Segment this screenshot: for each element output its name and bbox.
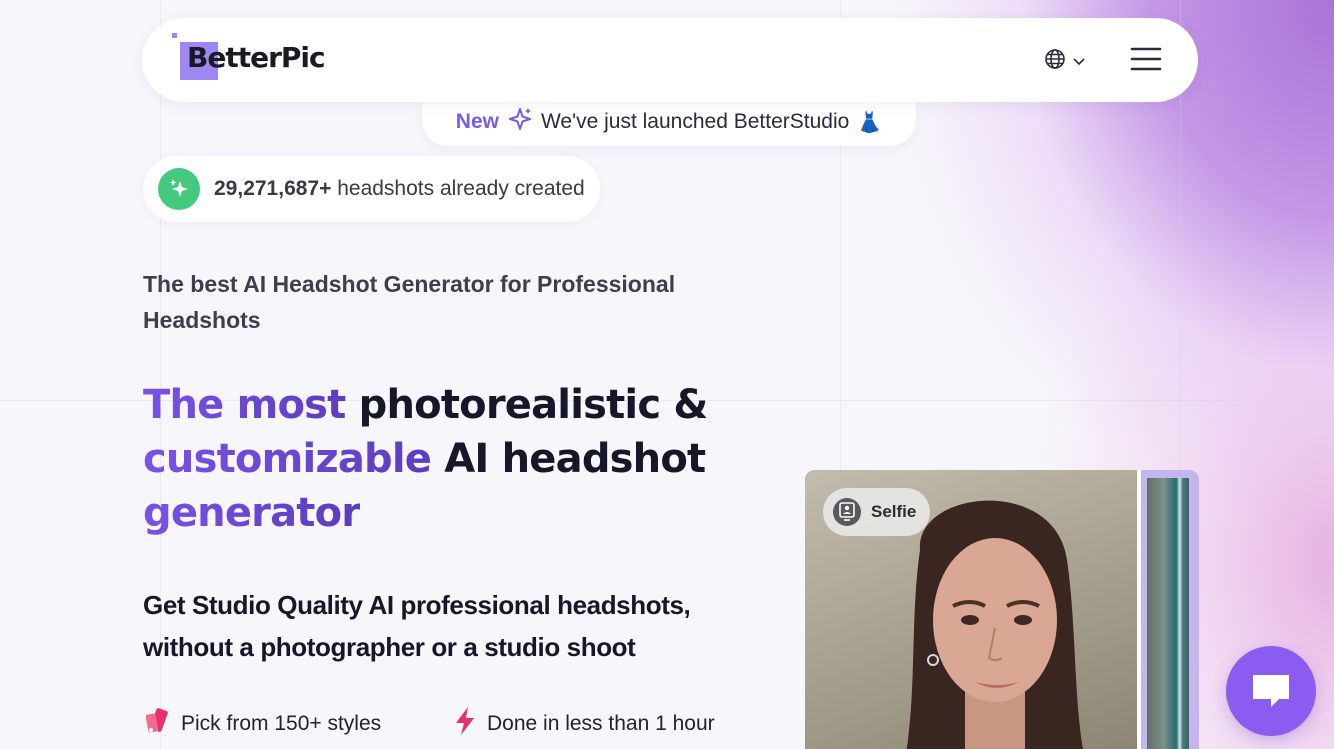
hamburger-icon	[1130, 47, 1162, 71]
headshots-counter: 29,271,687+ headshots already created	[143, 156, 600, 222]
logo-mark-dot	[172, 33, 177, 38]
chat-widget-button[interactable]	[1226, 646, 1316, 736]
selfie-tag-label: Selfie	[871, 502, 917, 521]
top-navbar: BetterPic	[142, 18, 1198, 102]
logo-text: BetterPic	[187, 41, 326, 74]
headline-part: generator	[143, 490, 361, 536]
headline-part: The most	[143, 382, 359, 428]
announcement-text: We've just launched BetterStudio	[540, 110, 850, 133]
chat-bubble-icon	[1253, 675, 1289, 707]
globe-icon	[1044, 48, 1066, 75]
hero-description: Get Studio Quality AI professional heads…	[143, 590, 691, 662]
announcement-banner[interactable]: New We've just launched BetterStudio 👗	[422, 98, 916, 146]
chevron-down-icon	[1072, 53, 1086, 71]
hamburger-menu-button[interactable]	[1130, 46, 1162, 72]
palette-icon	[143, 706, 171, 742]
feature-item: Done in less than 1 hour	[453, 706, 715, 742]
sparkle-badge-icon	[158, 168, 200, 210]
headline-part: customizable	[143, 436, 445, 482]
lightning-icon	[453, 706, 477, 742]
selfie-camera-icon	[833, 498, 861, 526]
hero-headline: The most photorealistic & customizable A…	[143, 378, 763, 540]
before-after-photo[interactable]: Selfie	[805, 470, 1199, 749]
feature-label: Pick from 150+ styles	[181, 712, 382, 735]
feature-item: Pick from 150+ styles	[143, 706, 453, 742]
headshots-count: 29,271,687+	[214, 177, 332, 200]
feature-label: Done in less than 1 hour	[487, 712, 715, 735]
hero-subtitle: The best AI Headshot Generator for Profe…	[143, 271, 676, 333]
headshots-count-label: headshots already created	[337, 177, 585, 200]
headline-part: AI headshot	[444, 436, 706, 482]
headshot-photo	[1141, 470, 1199, 749]
dress-emoji: 👗	[857, 111, 883, 134]
announcement-new-badge: New	[455, 110, 499, 133]
logo[interactable]: BetterPic	[172, 32, 347, 88]
headline-part: photorealistic &	[358, 382, 709, 428]
sparkle-icon	[507, 106, 533, 138]
language-selector[interactable]	[1044, 48, 1086, 75]
selfie-tag: Selfie	[823, 488, 931, 536]
feature-list: Pick from 150+ styles Done in less than …	[143, 706, 715, 742]
